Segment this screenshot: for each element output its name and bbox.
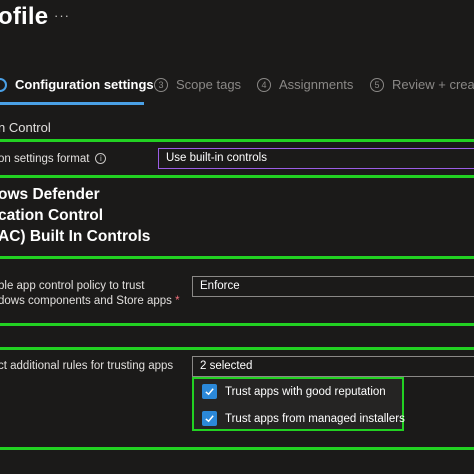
enforce-select[interactable]: Enforce xyxy=(192,276,474,297)
enable-field-label: ble app control policy to trust dows com… xyxy=(0,280,180,307)
step-circle-icon xyxy=(0,77,7,92)
rules-dropdown-panel: Trust apps with good reputation Trust ap… xyxy=(192,377,405,431)
tab-configuration-settings[interactable]: Configuration settings xyxy=(0,77,154,92)
format-field-label: on settings format i xyxy=(0,152,107,167)
format-select[interactable]: Use built-in controls xyxy=(158,148,474,169)
rules-select[interactable]: 2 selected xyxy=(192,356,474,377)
section-heading: ows Defender cation Control AC) Built In… xyxy=(0,186,151,245)
highlight-line xyxy=(0,323,474,326)
step-number-icon: 3 xyxy=(154,77,168,92)
option-managed-installers[interactable]: Trust apps from managed installers xyxy=(202,411,405,426)
tab-review-create[interactable]: 5 Review + create xyxy=(370,77,474,92)
tab-assignments[interactable]: 4 Assignments xyxy=(257,77,353,92)
active-tab-indicator xyxy=(0,102,144,105)
rules-field-label: ct additional rules for trusting apps xyxy=(0,360,174,372)
tab-scope-tags[interactable]: 3 Scope tags xyxy=(154,77,241,92)
step-number-icon: 5 xyxy=(370,77,384,92)
step-label: Scope tags xyxy=(176,77,242,92)
ellipsis-icon[interactable]: ··· xyxy=(54,8,70,23)
step-number-icon: 4 xyxy=(257,77,271,92)
info-icon[interactable]: i xyxy=(95,153,107,165)
option-label: Trust apps from managed installers xyxy=(225,412,405,425)
option-good-reputation[interactable]: Trust apps with good reputation xyxy=(202,384,386,399)
highlight-line xyxy=(0,256,474,259)
section-label: n Control xyxy=(0,120,51,135)
step-label: Configuration settings xyxy=(15,77,154,92)
highlight-line xyxy=(0,447,474,450)
checkbox-checked-icon[interactable] xyxy=(202,411,217,426)
page-title: ofile xyxy=(0,3,49,30)
step-label: Assignments xyxy=(279,77,354,92)
highlight-line xyxy=(0,175,474,178)
highlight-line xyxy=(0,347,474,350)
checkbox-checked-icon[interactable] xyxy=(202,384,217,399)
option-label: Trust apps with good reputation xyxy=(225,385,386,398)
step-label: Review + create xyxy=(392,77,474,92)
highlight-line xyxy=(0,139,474,142)
required-marker: * xyxy=(175,295,180,307)
